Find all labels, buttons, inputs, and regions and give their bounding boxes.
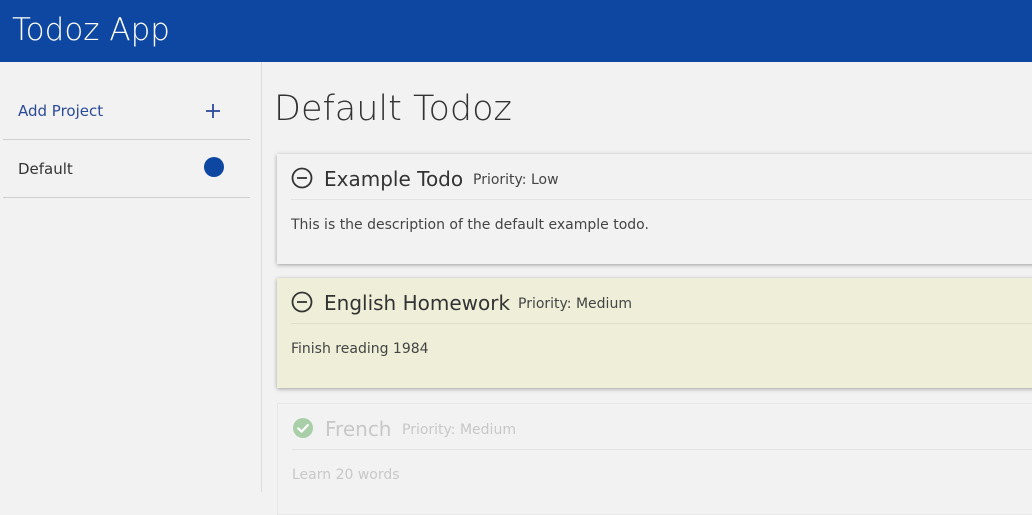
todo-title: French (325, 417, 392, 441)
todo-description: Learn 20 words (292, 467, 400, 483)
todo-description: This is the description of the default e… (291, 217, 649, 233)
page-title: Default Todoz (274, 89, 512, 129)
minus-circle-icon[interactable] (291, 167, 313, 189)
todo-header: Example Todo Priority: Low (291, 154, 1032, 200)
todo-card[interactable]: English Homework Priority: Medium Finish… (277, 278, 1032, 388)
sidebar: Add Project Default (0, 62, 262, 492)
todo-header: English Homework Priority: Medium (291, 278, 1032, 324)
todo-card[interactable]: French Priority: Medium Learn 20 words (277, 403, 1032, 515)
add-project-button[interactable]: Add Project (3, 82, 250, 140)
project-label: Default (18, 160, 73, 178)
app-title: Todoz App (12, 12, 170, 48)
todo-description: Finish reading 1984 (291, 341, 429, 357)
sidebar-item-default[interactable]: Default (3, 140, 250, 198)
todo-priority: Priority: Medium (518, 296, 632, 312)
main-content: Default Todoz Example Todo Priority: Low… (262, 62, 1032, 515)
todo-title: English Homework (324, 291, 511, 315)
todo-card[interactable]: Example Todo Priority: Low This is the d… (277, 154, 1032, 264)
app-header: Todoz App (0, 0, 1032, 62)
plus-icon[interactable] (204, 102, 222, 120)
todo-title: Example Todo (324, 167, 464, 191)
check-circle-icon[interactable] (292, 417, 314, 439)
todo-priority: Priority: Medium (402, 422, 516, 438)
add-project-label: Add Project (18, 102, 104, 120)
todo-header: French Priority: Medium (292, 404, 1032, 450)
project-color-dot (204, 157, 224, 177)
todo-priority: Priority: Low (473, 172, 559, 188)
minus-circle-icon[interactable] (291, 291, 313, 313)
